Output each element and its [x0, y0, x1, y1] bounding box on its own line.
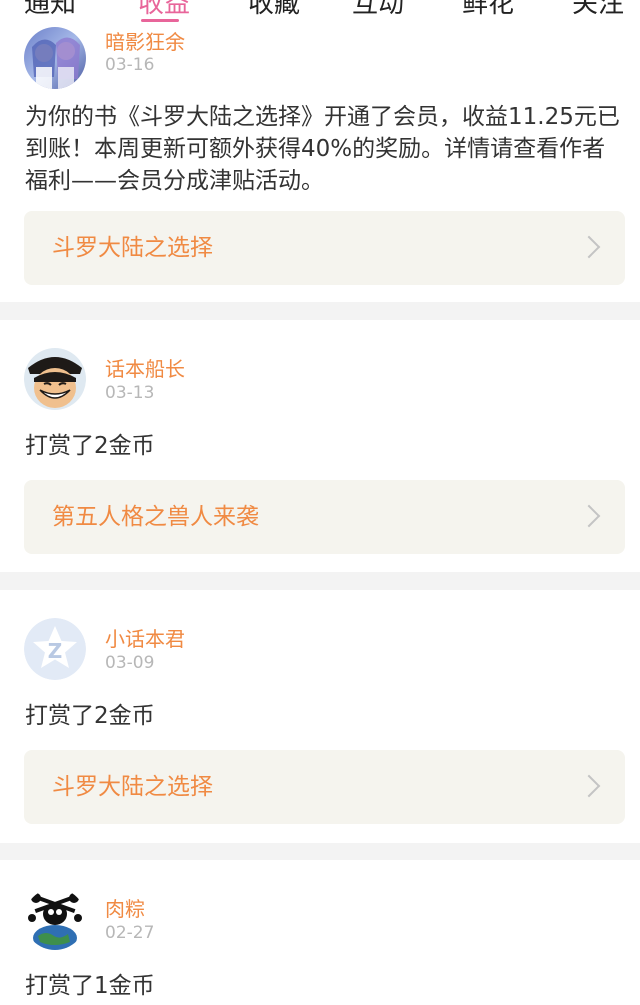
username[interactable]: 暗影狂余	[105, 26, 185, 55]
notification-card: 暗影狂余 03-16 为你的书《斗罗大陆之选择》开通了会员，收益11.25元已到…	[0, 22, 640, 302]
book-title: 斗罗大陆之选择	[52, 235, 213, 261]
notification-card: Z 小话本君 03-09 打赏了2金币 斗罗大陆之选择	[0, 590, 640, 843]
notifications-page: 通知 收益 收藏 互动 鲜花 关注 暗影狂余 03-16 为你的书《斗罗大陆之选…	[0, 0, 640, 1005]
chevron-right-icon	[577, 774, 601, 798]
notification-card: 话本船长 03-13 打赏了2金币 第五人格之兽人来袭	[0, 320, 640, 572]
notification-date: 03-16	[105, 55, 155, 75]
notification-date: 02-27	[105, 923, 155, 943]
username[interactable]: 话本船长	[105, 353, 185, 382]
notification-date: 03-13	[105, 383, 155, 403]
notification-message: 打赏了2金币	[25, 703, 155, 729]
tab-notice[interactable]: 通知	[24, 0, 76, 22]
anime-girls-avatar-icon[interactable]	[24, 27, 86, 89]
notification-card: 肉粽 02-27 打赏了1金币	[0, 860, 640, 1005]
chevron-right-icon	[577, 504, 601, 528]
chevron-right-icon	[577, 235, 601, 259]
tab-favorites[interactable]: 收藏	[248, 0, 300, 22]
username[interactable]: 肉粽	[105, 893, 145, 922]
svg-text:Z: Z	[48, 639, 63, 663]
tab-interaction[interactable]: 互动	[352, 0, 404, 22]
notification-message: 为你的书《斗罗大陆之选择》开通了会员，收益11.25元已到账！本周更新可额外获得…	[25, 104, 620, 194]
default-star-z-avatar-icon[interactable]: Z	[24, 618, 86, 680]
book-link[interactable]: 第五人格之兽人来袭	[24, 480, 625, 554]
username[interactable]: 小话本君	[105, 623, 185, 652]
book-link[interactable]: 斗罗大陆之选择	[24, 750, 625, 824]
book-title: 第五人格之兽人来袭	[52, 504, 259, 530]
tab-follow[interactable]: 关注	[572, 0, 624, 22]
skull-earth-avatar-icon[interactable]	[24, 888, 86, 950]
book-title: 斗罗大陆之选择	[52, 774, 213, 800]
straw-hat-boy-avatar-icon[interactable]	[24, 348, 86, 410]
book-link[interactable]: 斗罗大陆之选择	[24, 211, 625, 285]
top-tab-bar: 通知 收益 收藏 互动 鲜花 关注	[0, 0, 640, 22]
notification-date: 03-09	[105, 653, 155, 673]
notification-message: 打赏了1金币	[25, 973, 155, 999]
tab-flowers[interactable]: 鲜花	[462, 0, 514, 22]
notification-message: 打赏了2金币	[25, 433, 155, 459]
